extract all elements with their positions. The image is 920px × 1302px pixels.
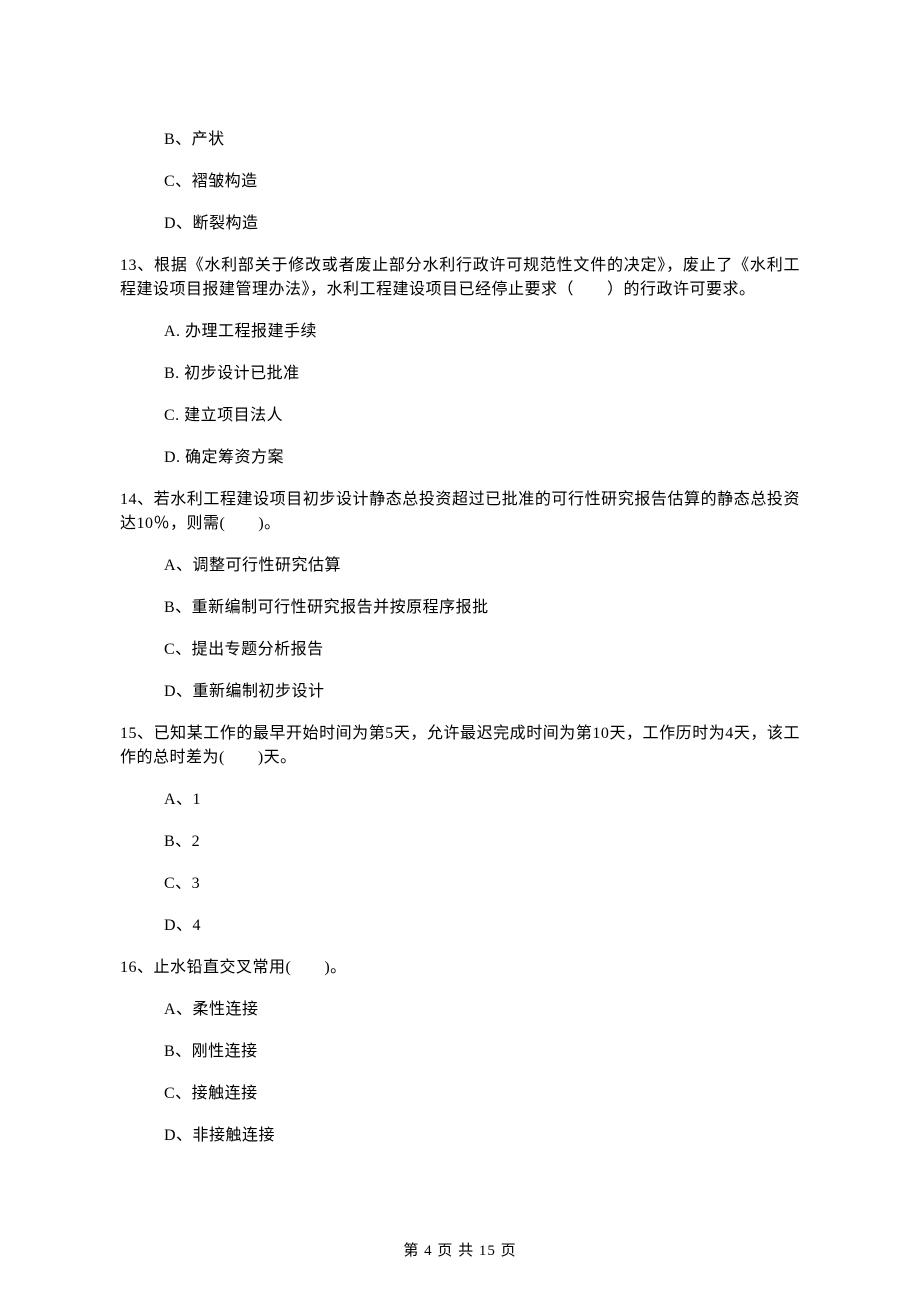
option-d: D、非接触连接 bbox=[164, 1124, 800, 1148]
option-d: D、4 bbox=[164, 914, 800, 938]
option-d: D、断裂构造 bbox=[164, 212, 800, 236]
option-c: C、接触连接 bbox=[164, 1082, 800, 1106]
page-footer: 第 4 页 共 15 页 bbox=[0, 1240, 920, 1263]
option-b: B、产状 bbox=[164, 128, 800, 152]
q14-stem: 14、若水利工程建设项目初步设计静态总投资超过已批准的可行性研究报告估算的静态总… bbox=[120, 488, 800, 536]
option-c: C、提出专题分析报告 bbox=[164, 638, 800, 662]
option-d: D、重新编制初步设计 bbox=[164, 680, 800, 704]
option-a: A、柔性连接 bbox=[164, 998, 800, 1022]
q14-options: A、调整可行性研究估算 B、重新编制可行性研究报告并按原程序报批 C、提出专题分… bbox=[120, 554, 800, 704]
q16-stem: 16、止水铅直交叉常用( )。 bbox=[120, 956, 800, 980]
option-b: B、重新编制可行性研究报告并按原程序报批 bbox=[164, 596, 800, 620]
q16-options: A、柔性连接 B、刚性连接 C、接触连接 D、非接触连接 bbox=[120, 998, 800, 1148]
q15-options: A、1 B、2 C、3 D、4 bbox=[120, 788, 800, 938]
q12-remaining-options: B、产状 C、褶皱构造 D、断裂构造 bbox=[120, 128, 800, 236]
option-a: A、1 bbox=[164, 788, 800, 812]
option-d: D. 确定筹资方案 bbox=[164, 446, 800, 470]
option-c: C、褶皱构造 bbox=[164, 170, 800, 194]
q13-stem: 13、根据《水利部关于修改或者废止部分水利行政许可规范性文件的决定》，废止了《水… bbox=[120, 254, 800, 302]
q13-options: A. 办理工程报建手续 B. 初步设计已批准 C. 建立项目法人 D. 确定筹资… bbox=[120, 320, 800, 470]
q15-stem: 15、已知某工作的最早开始时间为第5天，允许最迟完成时间为第10天，工作历时为4… bbox=[120, 722, 800, 770]
option-b: B、刚性连接 bbox=[164, 1040, 800, 1064]
option-c: C、3 bbox=[164, 872, 800, 896]
page: B、产状 C、褶皱构造 D、断裂构造 13、根据《水利部关于修改或者废止部分水利… bbox=[0, 0, 920, 1302]
option-a: A、调整可行性研究估算 bbox=[164, 554, 800, 578]
option-b: B. 初步设计已批准 bbox=[164, 362, 800, 386]
option-b: B、2 bbox=[164, 830, 800, 854]
option-c: C. 建立项目法人 bbox=[164, 404, 800, 428]
option-a: A. 办理工程报建手续 bbox=[164, 320, 800, 344]
